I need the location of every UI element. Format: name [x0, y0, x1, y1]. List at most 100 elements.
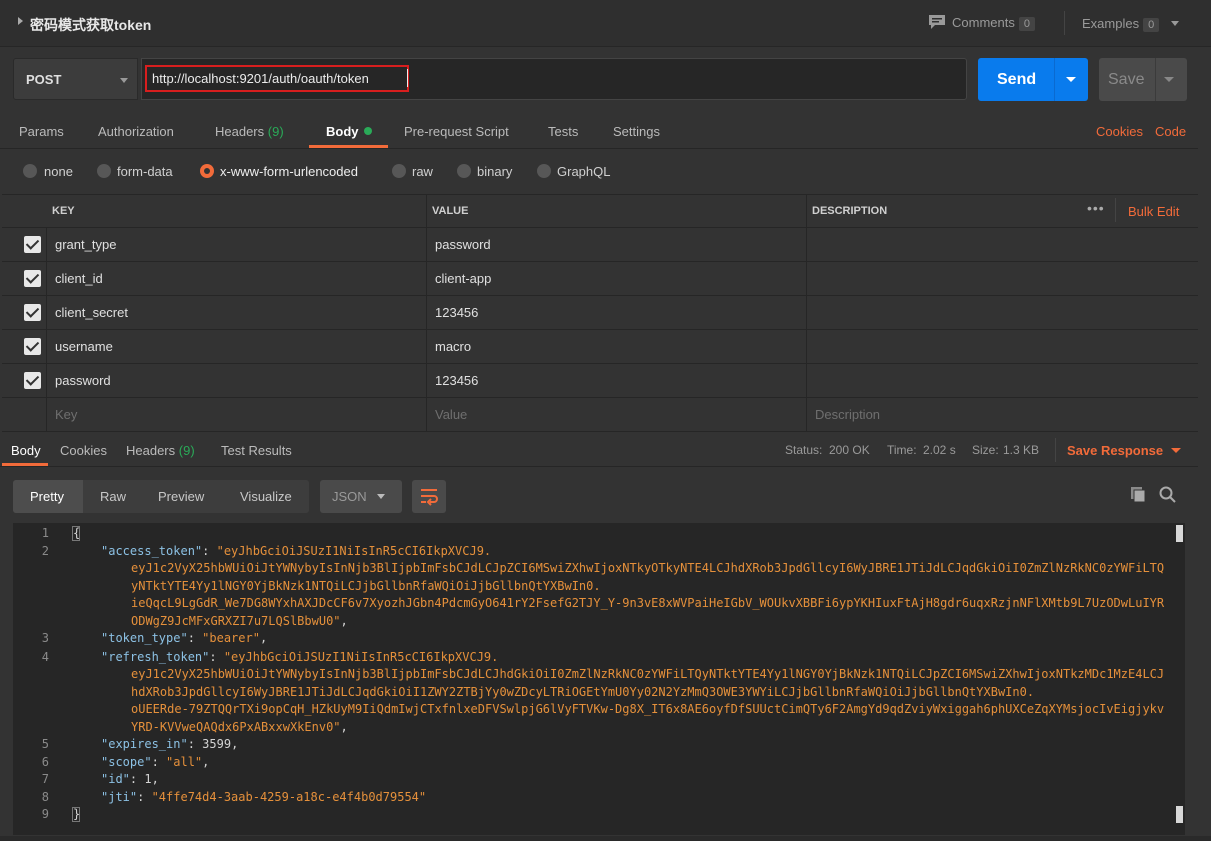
response-body-editor[interactable]: 1 2 3 4 5 6 7 8 9 { "access_token": "eyJ… — [13, 523, 1185, 835]
row-value[interactable]: macro — [435, 339, 471, 354]
method-select[interactable]: POST — [13, 58, 138, 100]
tab-authorization[interactable]: Authorization — [98, 124, 174, 139]
column-header-description: DESCRIPTION — [812, 205, 888, 217]
radio-raw[interactable] — [392, 164, 406, 178]
code-line: ODWgZ9JcMFxGRXZI7u7LQSlBbwU0", — [131, 614, 348, 628]
row-enabled-checkbox[interactable] — [24, 270, 41, 287]
examples-label: Examples — [1082, 16, 1140, 31]
comments-button[interactable]: Comments 0 — [928, 14, 1035, 31]
request-title[interactable]: 密码模式获取token — [30, 15, 151, 35]
line-number: 9 — [41, 807, 49, 821]
code-line: "scope": "all", — [101, 755, 210, 769]
size-value[interactable]: 1.3 KB — [1003, 443, 1039, 457]
radio-binary[interactable] — [457, 164, 471, 178]
code-line: YRD-KVVweQAQdx6PxABxxwXkEnv0", — [131, 720, 348, 734]
code-link[interactable]: Code — [1155, 124, 1186, 139]
save-options-chevron-icon[interactable] — [1164, 77, 1174, 82]
send-options-chevron-icon[interactable] — [1066, 77, 1076, 82]
new-description-input[interactable]: Description — [815, 407, 880, 422]
scrollbar-thumb[interactable] — [1176, 806, 1183, 823]
save-label: Save — [1108, 71, 1145, 88]
view-raw-button[interactable]: Raw — [100, 489, 126, 504]
radio-none[interactable] — [23, 164, 37, 178]
method-label: POST — [26, 72, 62, 87]
row-value[interactable]: 123456 — [435, 373, 478, 388]
time-value[interactable]: 2.02 s — [923, 443, 956, 457]
row-value[interactable]: client-app — [435, 271, 491, 286]
send-button[interactable]: Send — [978, 58, 1088, 101]
radio-urlencoded-label[interactable]: x-www-form-urlencoded — [220, 164, 358, 179]
url-text[interactable]: http://localhost:9201/auth/oauth/token — [152, 71, 369, 86]
scrollbar-thumb[interactable] — [1176, 525, 1183, 542]
chevron-down-icon — [377, 494, 385, 499]
row-enabled-checkbox[interactable] — [24, 372, 41, 389]
tab-settings[interactable]: Settings — [613, 124, 660, 139]
code-line: "expires_in": 3599, — [101, 737, 239, 751]
code-line: hdXRob3JpdGllcyI6WyJBRE1JTiJdLCJqdGkiOiI… — [131, 685, 1035, 699]
table-row: client_id client-app — [2, 262, 1198, 295]
status-value[interactable]: 200 OK — [829, 443, 870, 457]
code-line: } — [73, 807, 81, 821]
new-key-input[interactable]: Key — [55, 407, 77, 422]
copy-icon[interactable] — [1130, 486, 1146, 506]
new-value-input[interactable]: Value — [435, 407, 467, 422]
radio-raw-label[interactable]: raw — [412, 164, 433, 179]
row-value[interactable]: password — [435, 237, 491, 252]
radio-urlencoded[interactable] — [200, 164, 214, 178]
row-enabled-checkbox[interactable] — [24, 304, 41, 321]
line-number: 3 — [41, 631, 49, 645]
view-visualize-button[interactable]: Visualize — [240, 489, 292, 504]
row-enabled-checkbox[interactable] — [24, 338, 41, 355]
collapse-caret-icon[interactable] — [18, 17, 23, 25]
cookies-link[interactable]: Cookies — [1096, 124, 1143, 139]
examples-button[interactable]: Examples 0 — [1082, 16, 1179, 32]
response-tab-headers[interactable]: Headers (9) — [126, 443, 195, 458]
divider — [1055, 438, 1056, 462]
params-table: KEY VALUE DESCRIPTION ••• Bulk Edit gran… — [2, 194, 1198, 432]
more-options-icon[interactable]: ••• — [1087, 200, 1105, 216]
wrap-lines-icon — [421, 489, 438, 506]
row-key[interactable]: client_secret — [55, 305, 128, 320]
row-key[interactable]: password — [55, 373, 111, 388]
line-number: 7 — [41, 772, 49, 786]
tab-body[interactable]: Body — [326, 124, 373, 139]
tab-params[interactable]: Params — [19, 124, 64, 139]
request-header-bar: 密码模式获取token Comments 0 Examples 0 — [0, 0, 1211, 47]
response-tab-headers-label: Headers — [126, 443, 176, 458]
response-tab-cookies[interactable]: Cookies — [60, 443, 107, 458]
bulk-edit-link[interactable]: Bulk Edit — [1128, 204, 1179, 219]
radio-binary-label[interactable]: binary — [477, 164, 512, 179]
code-line: oUEERde-79ZTQQrTXi9opCqH_HZkUyM9IiQdmIwj… — [131, 702, 1165, 716]
tab-headers[interactable]: Headers (9) — [215, 124, 284, 139]
format-select[interactable]: JSON — [320, 480, 402, 513]
response-tab-test-results[interactable]: Test Results — [221, 443, 292, 458]
divider — [1115, 198, 1116, 222]
response-headers-count: (9) — [178, 443, 195, 458]
search-icon[interactable] — [1159, 486, 1176, 506]
response-tab-body[interactable]: Body — [11, 443, 41, 458]
code-line: "jti": "4ffe74d4-3aab-4259-a18c-e4f4b0d7… — [101, 790, 427, 804]
save-button[interactable]: Save — [1099, 58, 1187, 101]
radio-graphql-label[interactable]: GraphQL — [557, 164, 610, 179]
comment-icon — [929, 15, 945, 29]
radio-graphql[interactable] — [537, 164, 551, 178]
tab-tests[interactable]: Tests — [548, 124, 578, 139]
row-key[interactable]: grant_type — [55, 237, 116, 252]
status-label: Status: — [785, 443, 823, 457]
radio-form-data-label[interactable]: form-data — [117, 164, 173, 179]
row-key[interactable]: username — [55, 339, 113, 354]
radio-form-data[interactable] — [97, 164, 111, 178]
view-pretty-button[interactable]: Pretty — [30, 489, 64, 504]
comments-count: 0 — [1018, 17, 1035, 31]
save-response-button[interactable]: Save Response — [1067, 443, 1182, 458]
tab-pre-request-script[interactable]: Pre-request Script — [404, 124, 509, 139]
view-preview-button[interactable]: Preview — [158, 489, 204, 504]
row-enabled-checkbox[interactable] — [24, 236, 41, 253]
radio-none-label[interactable]: none — [44, 164, 73, 179]
table-row: client_secret 123456 — [2, 296, 1198, 329]
text-cursor — [407, 69, 408, 87]
wrap-lines-button[interactable] — [412, 480, 446, 513]
row-key[interactable]: client_id — [55, 271, 103, 286]
row-value[interactable]: 123456 — [435, 305, 478, 320]
divider — [1064, 11, 1065, 35]
